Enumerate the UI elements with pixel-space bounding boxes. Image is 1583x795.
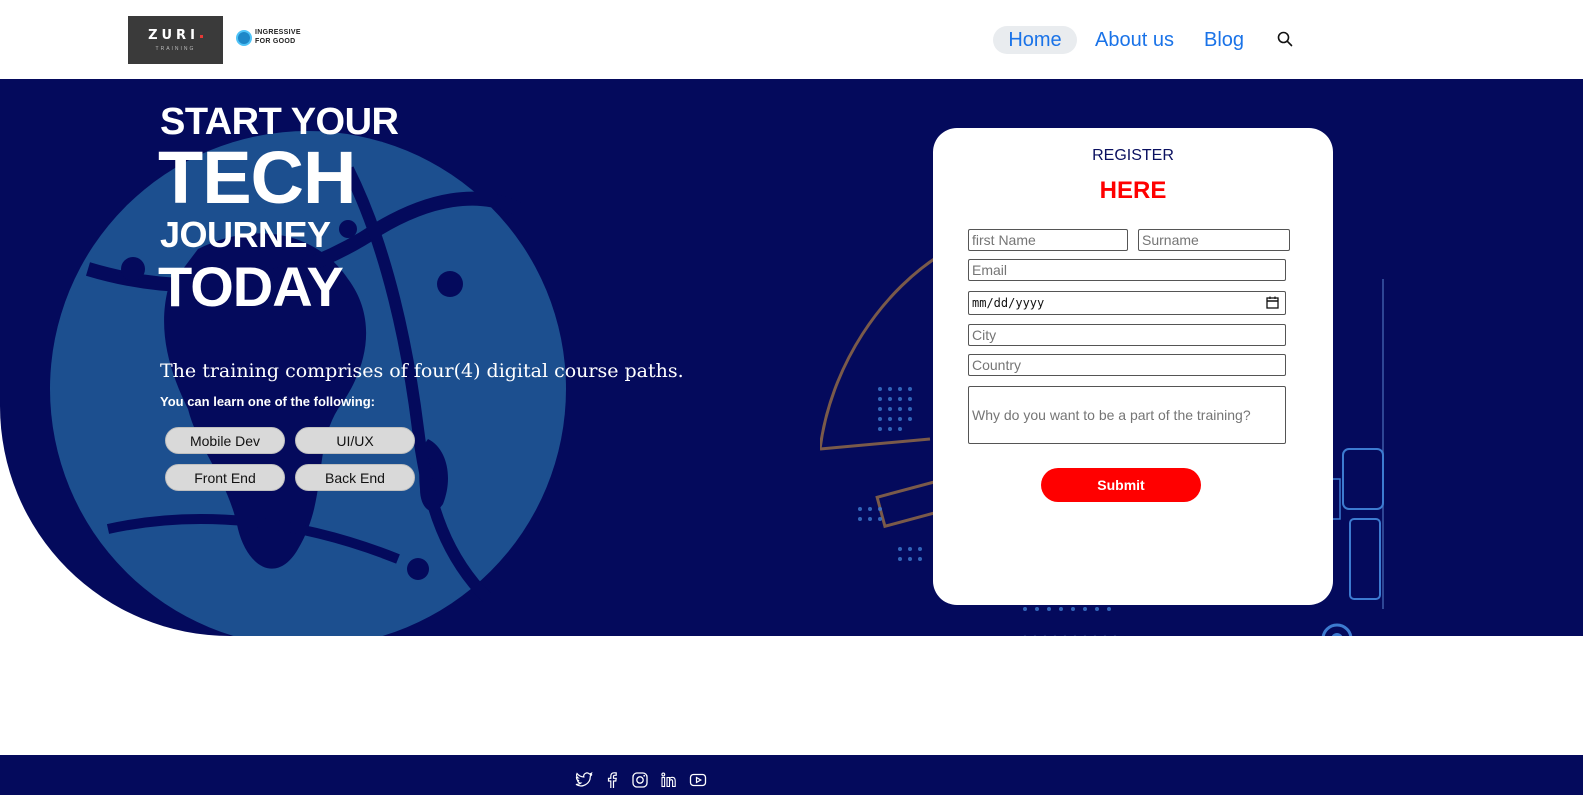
course-front-end-button[interactable]: Front End [165, 464, 285, 491]
page: ZURI TRAINING INGRESSIVE FOR GOOD Home A… [0, 0, 1583, 795]
zuri-logo[interactable]: ZURI TRAINING [128, 16, 223, 64]
nav-home-link[interactable]: Home [993, 26, 1077, 54]
zuri-logo-text: ZURI [148, 28, 199, 43]
zuri-logo-sub: TRAINING [155, 46, 196, 52]
site-header: ZURI TRAINING INGRESSIVE FOR GOOD Home A… [0, 0, 1583, 79]
register-card: REGISTER HERE first Name Surname Email m… [933, 128, 1333, 605]
surname-input[interactable]: Surname [1138, 229, 1290, 251]
linkedin-icon[interactable] [659, 770, 679, 790]
facebook-icon[interactable] [602, 770, 622, 790]
hero-line-today: TODAY [158, 255, 344, 318]
country-input[interactable]: Country [968, 354, 1286, 376]
youtube-icon[interactable] [688, 770, 708, 790]
course-ui-ux-button[interactable]: UI/UX [295, 427, 415, 454]
search-icon[interactable] [1276, 30, 1294, 48]
instagram-icon[interactable] [630, 770, 650, 790]
date-placeholder: mm/dd/yyyy [972, 296, 1045, 310]
ingressive-logo[interactable]: INGRESSIVE FOR GOOD [236, 28, 316, 50]
city-input[interactable]: City [968, 324, 1286, 346]
globe-icon [236, 30, 252, 46]
course-back-end-button[interactable]: Back End [295, 464, 415, 491]
first-name-input[interactable]: first Name [968, 229, 1128, 251]
hero-line-tech: TECH [158, 136, 356, 219]
nav-blog-link[interactable]: Blog [1204, 26, 1244, 54]
nav-about-link[interactable]: About us [1095, 26, 1174, 54]
birth-date-input[interactable]: mm/dd/yyyy [968, 291, 1286, 315]
logo-dot [199, 35, 203, 38]
submit-button[interactable]: Submit [1041, 468, 1201, 502]
course-mobile-dev-button[interactable]: Mobile Dev [165, 427, 285, 454]
reason-textarea[interactable]: Why do you want to be a part of the trai… [968, 386, 1286, 444]
register-subtitle: HERE [1099, 177, 1167, 204]
partner-line2: FOR GOOD [255, 38, 296, 45]
calendar-icon[interactable] [1266, 296, 1279, 309]
partner-line1: INGRESSIVE [255, 29, 301, 36]
email-input[interactable]: Email [968, 259, 1286, 281]
hero-section: START YOUR TECH JOURNEY TODAY The traini… [0, 79, 1583, 636]
hero-line-journey: JOURNEY [160, 214, 331, 255]
hero-subdescription: You can learn one of the following: [160, 394, 375, 409]
site-footer [0, 755, 1583, 795]
hero-description: The training comprises of four(4) digita… [160, 360, 684, 382]
register-title: REGISTER [1092, 147, 1174, 164]
twitter-icon[interactable] [574, 770, 594, 790]
